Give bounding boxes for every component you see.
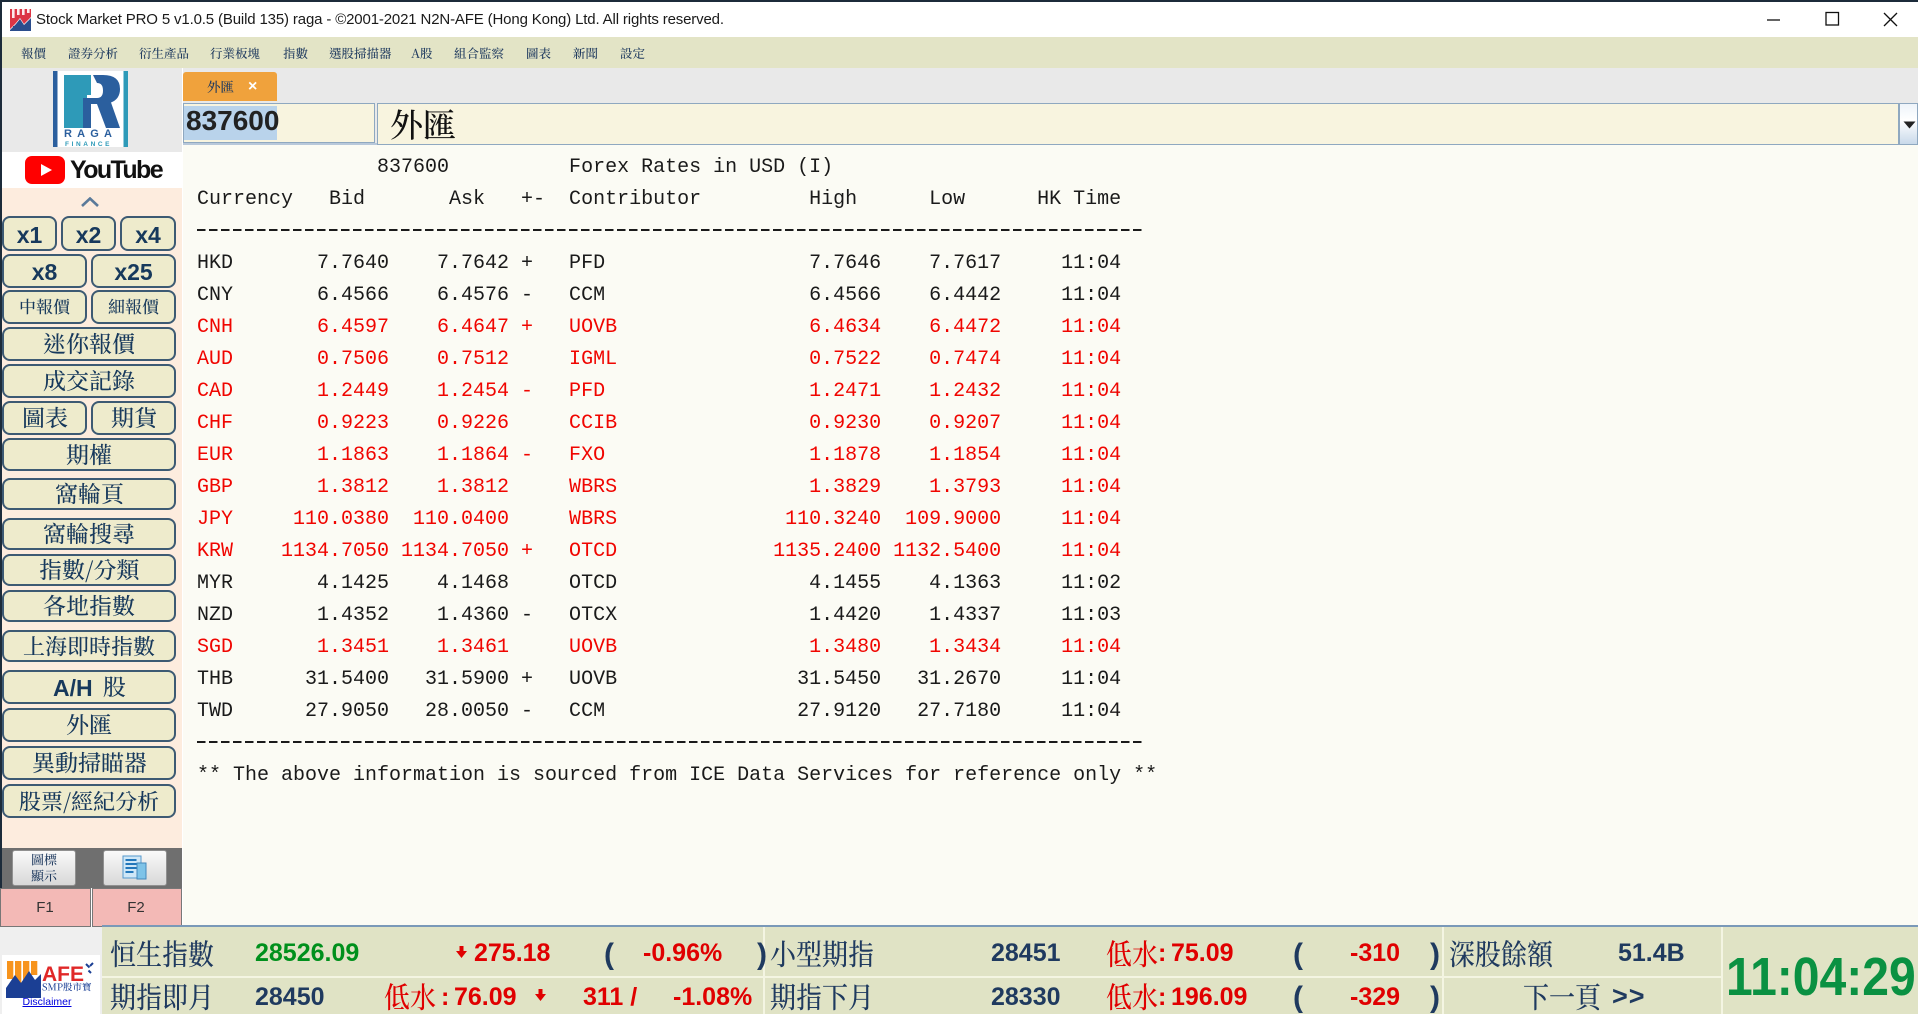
svg-text:FINANCE: FINANCE: [65, 141, 112, 147]
svg-text:RAGA: RAGA: [64, 128, 117, 140]
